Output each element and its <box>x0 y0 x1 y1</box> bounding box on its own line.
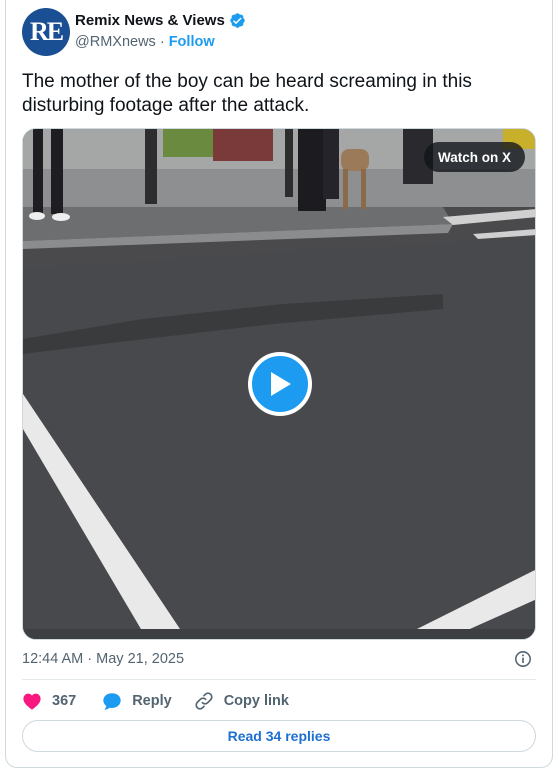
play-icon <box>271 372 291 396</box>
reply-button[interactable]: Reply <box>102 692 172 711</box>
tweet-timestamp[interactable]: 12:44 AM · May 21, 2025 <box>22 651 184 667</box>
author-handle[interactable]: @RMXnews <box>75 34 156 50</box>
copy-link-label: Copy link <box>223 693 289 709</box>
reply-bubble-icon <box>103 692 121 710</box>
author-name[interactable]: Remix News & Views <box>75 12 225 29</box>
author-handle-row: @RMXnews · Follow <box>75 34 215 50</box>
video-player[interactable]: Watch on X <box>22 128 536 640</box>
tweet-actions: 367 Reply Copy link <box>22 690 289 712</box>
read-replies-button[interactable]: Read 34 replies <box>22 720 536 752</box>
separator: · <box>159 34 165 50</box>
play-button[interactable] <box>248 352 312 416</box>
avatar[interactable]: RE <box>22 8 70 56</box>
tweet-text: The mother of the boy can be heard screa… <box>22 71 472 116</box>
author-name-row[interactable]: Remix News & Views <box>75 12 246 29</box>
follow-button[interactable]: Follow <box>169 34 215 50</box>
like-count: 367 <box>52 693 77 709</box>
heart-icon <box>23 693 41 710</box>
link-icon <box>195 692 213 710</box>
watch-on-x-button[interactable]: Watch on X <box>424 142 525 172</box>
info-icon[interactable] <box>514 650 532 668</box>
verified-badge-icon <box>230 13 245 28</box>
copy-link-button[interactable]: Copy link <box>194 691 289 711</box>
avatar-text: RE <box>29 17 64 46</box>
reply-label: Reply <box>132 693 172 709</box>
divider <box>22 679 536 680</box>
like-button[interactable]: 367 <box>22 692 76 710</box>
